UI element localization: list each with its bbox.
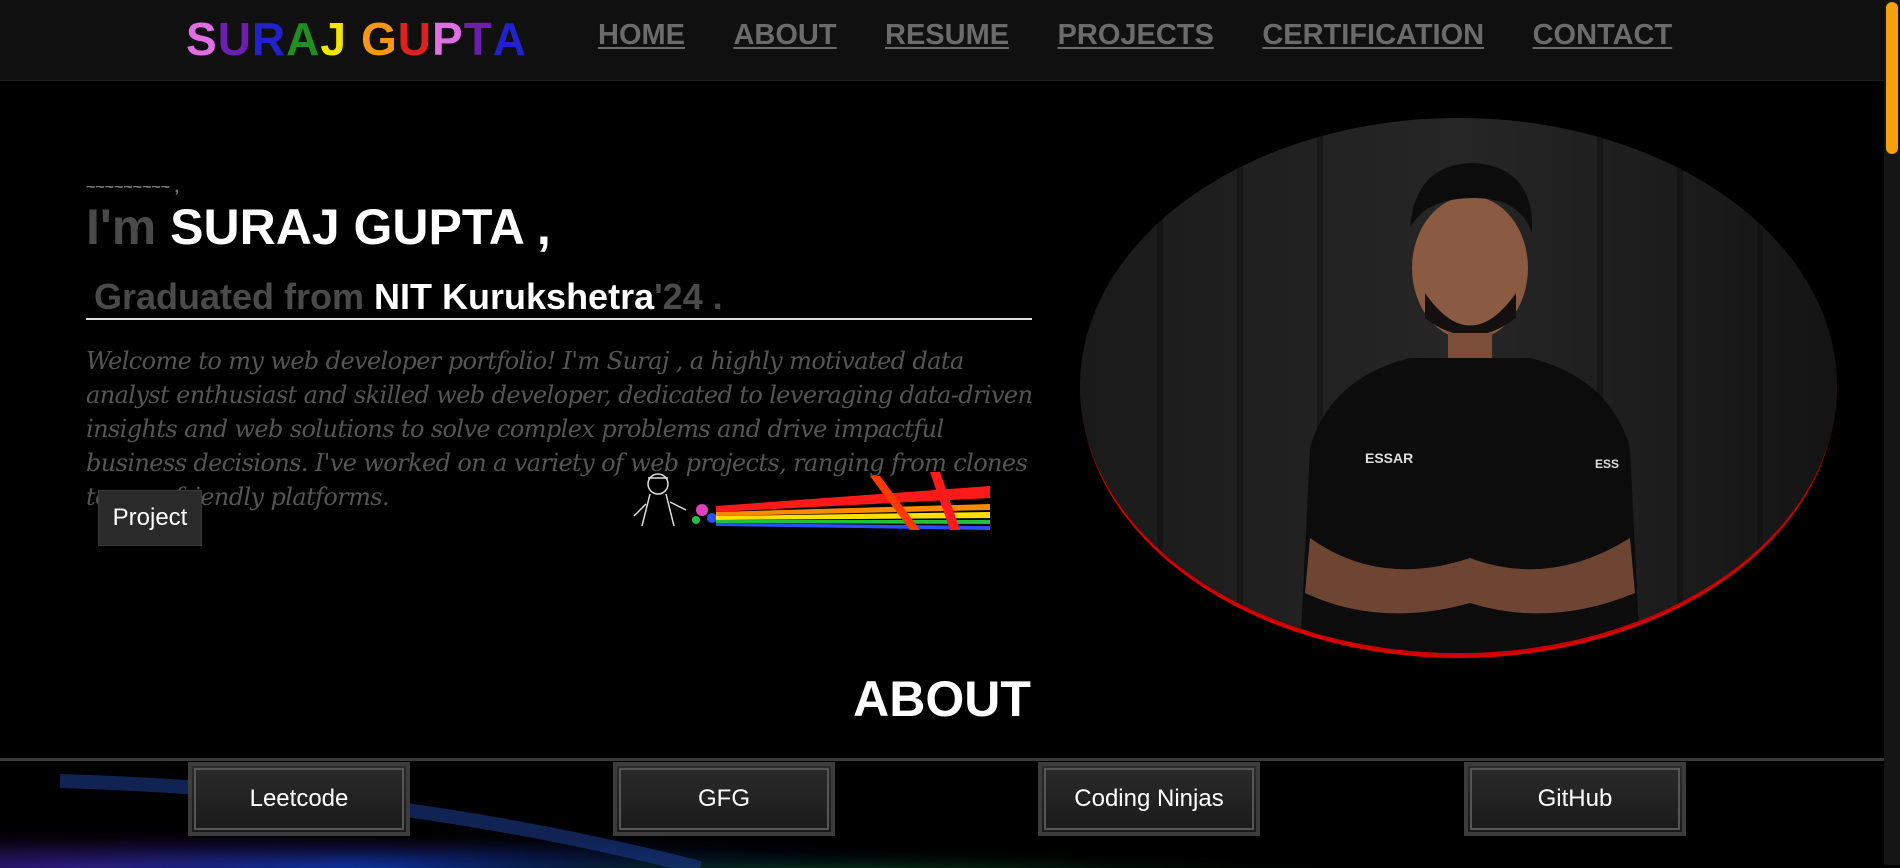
banner-illustration: [620, 466, 990, 530]
svg-text:ESSAR: ESSAR: [1365, 450, 1413, 466]
nav-projects-link[interactable]: PROJECTS: [1058, 19, 1214, 52]
heading-underline: [86, 318, 1032, 320]
logo-letter: T: [463, 13, 493, 65]
logo-letter: R: [251, 13, 287, 65]
logo-letter: G: [360, 13, 398, 65]
logo-letter: A: [286, 13, 321, 65]
hero-heading: I'm SURAJ GUPTA ,: [86, 198, 551, 256]
nav-certification-link[interactable]: CERTIFICATION: [1262, 19, 1484, 52]
scrollbar-thumb[interactable]: [1886, 2, 1898, 154]
nav-resume-link[interactable]: RESUME: [885, 19, 1009, 52]
project-button[interactable]: Project: [98, 490, 202, 546]
site-logo[interactable]: SURAJ GUPTA: [186, 12, 527, 66]
intro-prefix: I'm: [86, 199, 171, 255]
logo-letter: A: [492, 13, 528, 65]
github-button[interactable]: GitHub: [1464, 762, 1686, 836]
scrollbar[interactable]: [1884, 0, 1900, 865]
coding-ninjas-button[interactable]: Coding Ninjas: [1038, 762, 1260, 836]
profile-photo: ESSAR ESS: [1080, 118, 1837, 655]
graduation-line: Graduated from NIT Kurukshetra'24 .: [94, 276, 723, 318]
logo-letter: P: [432, 13, 464, 65]
nav-about-link[interactable]: ABOUT: [733, 19, 836, 52]
grad-suffix: '24 .: [654, 276, 723, 317]
logo-letter: U: [217, 13, 252, 65]
about-section-title: ABOUT: [853, 671, 1031, 727]
nav-links: HOME ABOUT RESUME PROJECTS CERTIFICATION…: [598, 19, 1716, 52]
svg-text:ESS: ESS: [1595, 457, 1619, 471]
leetcode-button[interactable]: Leetcode: [188, 762, 410, 836]
nav-contact-link[interactable]: CONTACT: [1533, 19, 1673, 52]
gfg-button[interactable]: GFG: [613, 762, 835, 836]
intro-name: SURAJ GUPTA ,: [170, 199, 551, 255]
clipped-greeting: ~~~~~~~~~ ,: [86, 186, 179, 196]
nav-home-link[interactable]: HOME: [598, 19, 685, 52]
navbar: SURAJ GUPTA HOME ABOUT RESUME PROJECTS C…: [0, 0, 1884, 81]
logo-letter: U: [397, 13, 432, 65]
grad-prefix: Graduated from: [94, 276, 375, 317]
logo-letter: S: [186, 13, 218, 65]
logo-letter: J: [320, 13, 347, 65]
grad-college: NIT Kurukshetra: [374, 276, 655, 317]
